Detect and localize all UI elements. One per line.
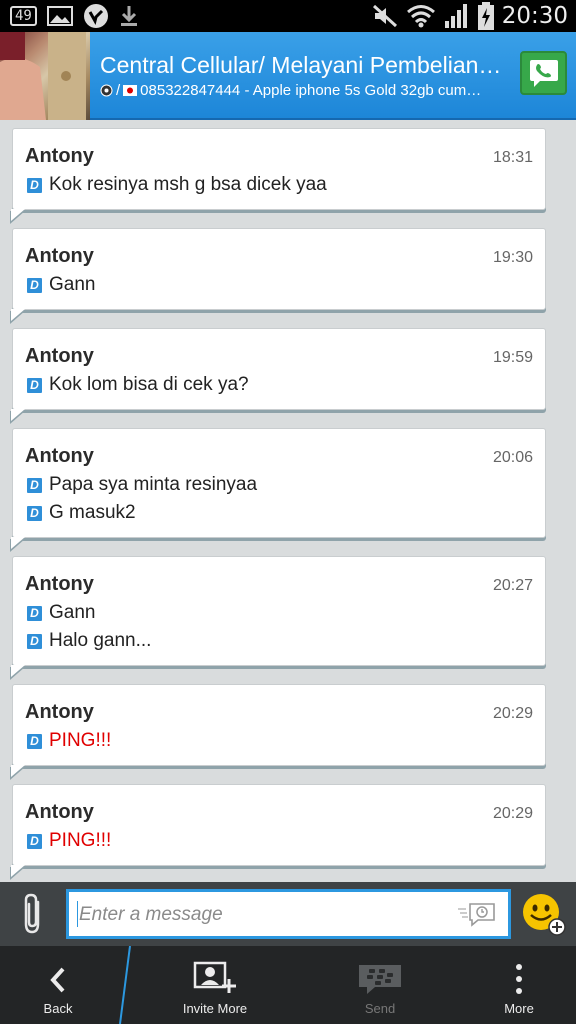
delivered-icon: D (27, 477, 42, 493)
message-line: D Gann (27, 274, 95, 296)
composer-bar: Enter a message (0, 882, 576, 946)
contact-status: / 085322847444 - Apple iphone 5s Gold 32… (100, 82, 505, 99)
invite-more-button[interactable]: Invite More (160, 946, 270, 1024)
back-button[interactable]: Back (18, 946, 98, 1024)
delivered-icon: D (27, 605, 42, 621)
message-sender: Antony (25, 145, 94, 167)
contact-avatar[interactable] (0, 32, 90, 120)
message-input-placeholder: Enter a message (79, 904, 223, 925)
message-sender: Antony (25, 573, 94, 595)
message-bubble[interactable]: Antony 19:30 D Gann (10, 228, 546, 324)
message-bubble[interactable]: Antony 19:59 D Kok lom bisa di cek ya? (10, 328, 546, 424)
voice-note-icon[interactable] (456, 900, 498, 928)
more-button[interactable]: More (478, 946, 560, 1024)
flag-icon (123, 85, 138, 96)
message-sender: Antony (25, 245, 94, 267)
text-caret (77, 901, 78, 927)
delivered-icon: D (27, 633, 42, 649)
message-time: 20:27 (492, 577, 533, 594)
voice-call-button[interactable] (520, 51, 567, 95)
message-bubble[interactable]: Antony 20:29 D PING!!! (10, 784, 546, 880)
status-separator: / (116, 82, 121, 99)
message-time: 20:29 (492, 805, 533, 822)
message-sender: Antony (25, 445, 94, 467)
message-line: D PING!!! (27, 730, 111, 752)
send-label: Send (364, 1001, 396, 1016)
battery-percent-badge: 49 (10, 6, 37, 26)
delivered-icon: D (27, 833, 42, 849)
status-bar-system: 20:30 (372, 2, 568, 30)
gallery-icon (46, 6, 73, 26)
message-line: D Halo gann... (27, 630, 151, 652)
message-time: 20:29 (492, 705, 533, 722)
message-text: G masuk2 (49, 502, 136, 523)
message-line: D PING!!! (27, 830, 111, 852)
message-sender: Antony (25, 345, 94, 367)
phone-chat-icon (529, 60, 558, 87)
mute-icon (372, 4, 397, 28)
wifi-icon (406, 5, 435, 28)
paperclip-icon[interactable] (20, 892, 46, 936)
ping-text: PING!!! (49, 730, 112, 751)
message-sender: Antony (25, 701, 94, 723)
message-list[interactable]: Antony 18:31 D Kok resinya msh g bsa dic… (0, 120, 576, 882)
message-time: 20:06 (492, 449, 533, 466)
message-bubble[interactable]: Antony 20:06 D Papa sya minta resinyaa D… (10, 428, 546, 552)
action-bar-divider (119, 946, 131, 1024)
message-text: Kok resinya msh g bsa dicek yaa (49, 174, 327, 195)
delivered-icon: D (27, 177, 42, 193)
back-label: Back (43, 1001, 73, 1016)
message-input[interactable]: Enter a message (66, 889, 511, 939)
delivered-icon: D (27, 277, 42, 293)
message-text: Halo gann... (49, 630, 152, 651)
status-bar: 49 20:30 (0, 0, 576, 32)
message-bubble[interactable]: Antony 20:27 D Gann D Halo gann... (10, 556, 546, 680)
message-text: Papa sya minta resinyaa (49, 474, 258, 495)
status-emoticon-icon (100, 84, 113, 97)
message-sender: Antony (25, 801, 94, 823)
message-time: 18:31 (492, 149, 533, 166)
message-bubble[interactable]: Antony 18:31 D Kok resinya msh g bsa dic… (10, 128, 546, 224)
battery-charging-icon (477, 2, 494, 30)
download-icon (120, 6, 137, 26)
message-line: D Kok lom bisa di cek ya? (27, 374, 249, 396)
emoticon-picker-icon[interactable] (521, 891, 567, 937)
invite-more-label: Invite More (182, 1001, 248, 1016)
delivered-icon: D (27, 377, 42, 393)
app-notification-icon (83, 4, 108, 28)
more-label: More (504, 1001, 534, 1016)
message-text: Gann (49, 274, 96, 295)
message-time: 19:30 (492, 249, 533, 266)
message-line: D Gann (27, 602, 95, 624)
invite-contact-icon (193, 961, 236, 993)
message-line: D Papa sya minta resinyaa (27, 474, 257, 496)
overflow-menu-icon (516, 964, 522, 994)
message-text: Kok lom bisa di cek ya? (49, 374, 249, 395)
bbm-send-icon (359, 965, 401, 994)
status-bar-notifications: 49 (10, 4, 139, 28)
back-chevron-icon (50, 967, 65, 993)
message-bubble[interactable]: Antony 20:29 D PING!!! (10, 684, 546, 780)
message-line: D Kok resinya msh g bsa dicek yaa (27, 174, 327, 196)
avatar-photo (0, 32, 86, 120)
message-line: D G masuk2 (27, 502, 136, 524)
contact-name: Central Cellular/ Melayani Pembelian… (100, 52, 502, 78)
clock: 20:30 (501, 3, 568, 29)
send-button[interactable]: Send (335, 946, 425, 1024)
message-text: Gann (49, 602, 96, 623)
message-time: 19:59 (492, 349, 533, 366)
ping-text: PING!!! (49, 830, 112, 851)
delivered-icon: D (27, 733, 42, 749)
action-bar: Back Invite More Send More (0, 946, 576, 1024)
signal-icon (444, 4, 467, 28)
delivered-icon: D (27, 505, 42, 521)
chat-header[interactable]: Central Cellular/ Melayani Pembelian… / … (0, 32, 576, 120)
status-message: 085322847444 - Apple iphone 5s Gold 32gb… (140, 82, 482, 99)
